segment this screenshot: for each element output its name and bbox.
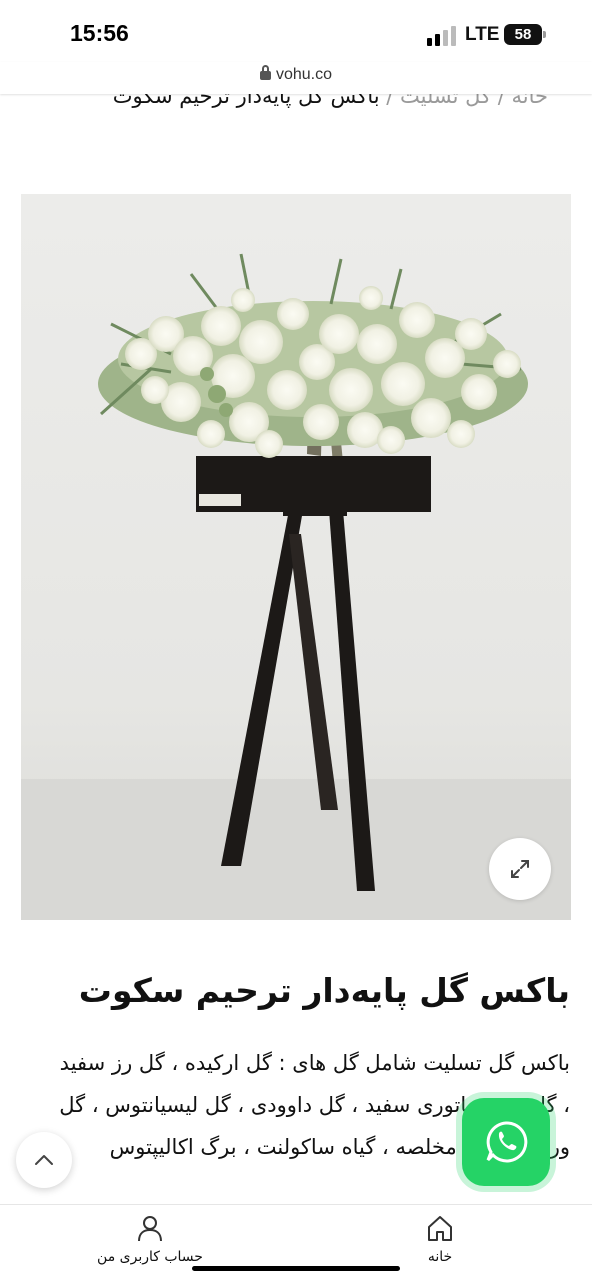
- flower-stand-illustration: [21, 253, 571, 920]
- zoom-button[interactable]: [489, 838, 551, 900]
- home-indicator: [192, 1266, 400, 1271]
- network-type: LTE: [465, 24, 500, 45]
- battery-icon: 58: [504, 24, 542, 45]
- product-image[interactable]: [21, 194, 571, 920]
- battery-nub: [543, 31, 546, 38]
- whatsapp-button[interactable]: [462, 1098, 550, 1186]
- status-bar: 15:56 LTE 58: [0, 0, 592, 62]
- expand-icon: [511, 860, 529, 878]
- nav-home-label: خانه: [427, 1249, 453, 1265]
- url-display[interactable]: vohu.co: [0, 65, 592, 84]
- signal-icon: [427, 26, 456, 46]
- url-text: vohu.co: [275, 66, 333, 83]
- product-title: باکس گل پایه‌دار ترحیم سکوت: [78, 971, 570, 1010]
- nav-account-label: حساب کاربری من: [97, 1249, 203, 1265]
- nav-home[interactable]: خانه: [380, 1213, 500, 1265]
- user-icon: [138, 1216, 162, 1242]
- home-icon: [428, 1216, 452, 1241]
- url-bar[interactable]: vohu.co: [0, 62, 592, 94]
- scroll-top-button[interactable]: [16, 1132, 72, 1188]
- battery-level: 58: [514, 26, 532, 43]
- chevron-up-icon: [35, 1155, 53, 1165]
- whatsapp-icon: [486, 1121, 528, 1163]
- lock-icon: [259, 65, 271, 80]
- status-time: 15:56: [70, 20, 129, 46]
- nav-account[interactable]: حساب کاربری من: [90, 1213, 210, 1265]
